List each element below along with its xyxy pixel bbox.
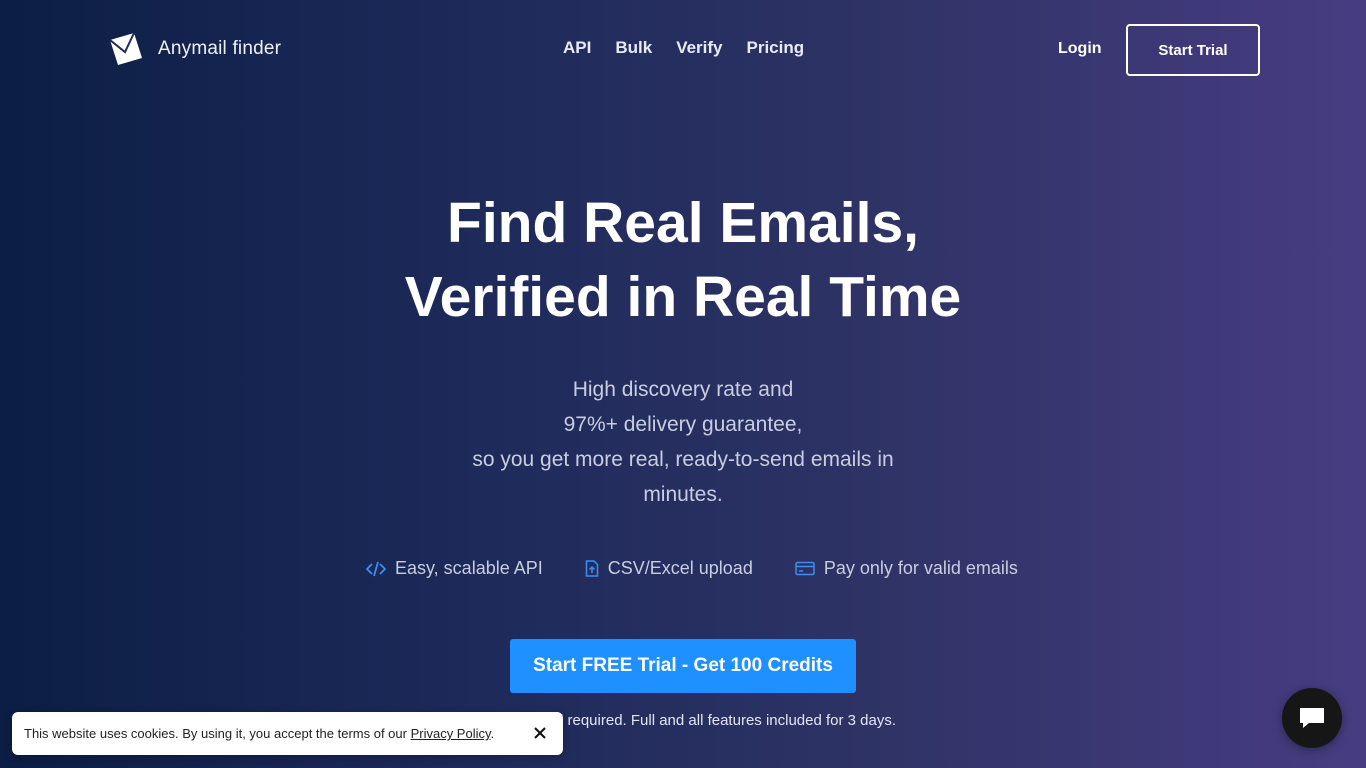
feature-item-payment: Pay only for valid emails bbox=[795, 558, 1018, 579]
hero-subtitle-line: 97%+ delivery guarantee, bbox=[563, 413, 803, 436]
feature-item-api: Easy, scalable API bbox=[366, 558, 543, 579]
nav-item-bulk[interactable]: Bulk bbox=[615, 38, 652, 58]
feature-label: Easy, scalable API bbox=[395, 558, 543, 578]
feature-list: Easy, scalable API CSV/Excel upload Pay … bbox=[366, 558, 1018, 579]
cookie-text: This website uses cookies. By using it, … bbox=[24, 726, 494, 741]
hero-subtitle-line: minutes. bbox=[643, 483, 723, 506]
nav-item-api[interactable]: API bbox=[563, 38, 591, 58]
hero-title-line-2: Verified in Real Time bbox=[404, 265, 962, 329]
envelope-logo-icon bbox=[109, 32, 142, 65]
feature-item-upload: CSV/Excel upload bbox=[585, 558, 753, 579]
close-icon[interactable] bbox=[532, 725, 548, 741]
start-free-trial-button[interactable]: Start FREE Trial - Get 100 Credits bbox=[510, 639, 856, 693]
brand-name: Anymail finder bbox=[158, 38, 282, 59]
cookie-suffix: . bbox=[490, 726, 495, 741]
hero-title-line-1: Find Real Emails, bbox=[447, 191, 919, 255]
chat-widget-button[interactable] bbox=[1282, 688, 1342, 748]
credit-card-icon bbox=[795, 561, 815, 576]
main-nav: API Bulk Verify Pricing bbox=[563, 38, 828, 58]
hero-subtitle-line: so you get more real, ready-to-send emai… bbox=[472, 448, 894, 471]
nav-item-pricing[interactable]: Pricing bbox=[747, 38, 805, 58]
brand-logo[interactable]: Anymail finder bbox=[108, 30, 281, 68]
hero-subtitle-line: High discovery rate and bbox=[572, 378, 794, 401]
feature-label: CSV/Excel upload bbox=[607, 558, 753, 578]
site-header: Anymail finder API Bulk Verify Pricing L… bbox=[0, 0, 1366, 100]
privacy-policy-link[interactable]: Privacy Policy bbox=[411, 726, 491, 741]
nav-item-verify[interactable]: Verify bbox=[676, 38, 722, 58]
login-link[interactable]: Login bbox=[1058, 40, 1102, 58]
cookie-banner: This website uses cookies. By using it, … bbox=[12, 712, 563, 755]
start-trial-button[interactable]: Start Trial bbox=[1126, 24, 1260, 76]
chat-bubble-icon bbox=[1300, 708, 1324, 728]
file-upload-icon bbox=[585, 560, 598, 577]
cookie-message: This website uses cookies. By using it, … bbox=[24, 726, 411, 741]
code-icon bbox=[366, 561, 386, 576]
hero-subtitle: High discovery rate and 97%+ delivery gu… bbox=[433, 372, 933, 512]
feature-label: Pay only for valid emails bbox=[823, 558, 1018, 578]
hero-title: Find Real Emails, Verified in Real Time bbox=[0, 186, 1366, 334]
